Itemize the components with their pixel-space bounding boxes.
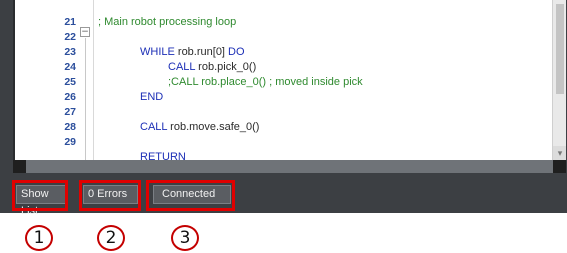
code-editor[interactable]: − 21 ; Main robot processing loop 22 23 WHIL… bbox=[13, 0, 566, 160]
code-line[interactable]: 25 ;CALL rob.place_0() ; moved inside pic… bbox=[64, 75, 552, 90]
code-line[interactable]: 29 bbox=[64, 135, 552, 150]
code-token: ; Main robot processing loop bbox=[98, 16, 237, 28]
code-text: CALL rob.move.safe_0() bbox=[140, 120, 259, 135]
code-text: WHILE rob.run[0] DO bbox=[140, 45, 245, 60]
line-number: 26 bbox=[64, 91, 76, 103]
code-area[interactable]: 21 ; Main robot processing loop 22 23 WHILE … bbox=[64, 0, 552, 160]
callout-3: 3 bbox=[171, 225, 199, 251]
code-line[interactable]: 27 bbox=[64, 105, 552, 120]
highlight-box-show-list bbox=[12, 180, 68, 211]
code-line[interactable]: 23 WHILE rob.run[0] DO bbox=[64, 45, 552, 60]
code-text: CALL rob.pick_0() bbox=[168, 60, 256, 75]
line-number: 21 bbox=[64, 16, 76, 28]
line-number: 24 bbox=[64, 61, 76, 73]
code-token: ;CALL rob.place_0() ; moved inside pick bbox=[168, 76, 363, 88]
code-token: DO bbox=[225, 46, 245, 58]
callout-2: 2 bbox=[97, 225, 125, 251]
code-token: rob.pick_0() bbox=[198, 61, 257, 73]
code-token: END bbox=[140, 91, 164, 103]
line-number: 29 bbox=[64, 136, 76, 148]
vertical-scrollbar[interactable]: ▾ bbox=[552, 0, 566, 160]
code-token: CALL bbox=[168, 61, 199, 73]
highlight-box-connected bbox=[146, 180, 235, 211]
line-number: 23 bbox=[64, 46, 76, 58]
fold-column: − bbox=[80, 0, 92, 160]
horizontal-scrollbar[interactable] bbox=[13, 160, 566, 173]
code-line[interactable]: 26 END bbox=[64, 90, 552, 105]
vertical-scrollbar-thumb[interactable] bbox=[556, 4, 564, 94]
code-line[interactable]: 22 bbox=[64, 30, 552, 45]
code-text: RETURN bbox=[140, 151, 186, 160]
code-token: WHILE bbox=[140, 46, 178, 58]
code-line[interactable]: 28 CALL rob.move.safe_0() bbox=[64, 120, 552, 135]
code-text: ;CALL rob.place_0() ; moved inside pick bbox=[168, 75, 363, 90]
scroll-left-button[interactable] bbox=[13, 160, 26, 173]
scroll-down-icon[interactable]: ▾ bbox=[553, 146, 566, 160]
fold-guide-line bbox=[85, 38, 86, 160]
code-token: rob.move.safe_0() bbox=[170, 121, 260, 133]
code-line[interactable]: 24 CALL rob.pick_0() bbox=[64, 60, 552, 75]
callout-1: 1 bbox=[25, 225, 53, 251]
line-number: 27 bbox=[64, 106, 76, 118]
code-token: rob.run[0] bbox=[177, 46, 225, 58]
scroll-right-button[interactable] bbox=[553, 160, 566, 173]
collapse-icon[interactable]: − bbox=[80, 27, 90, 37]
code-text: END bbox=[140, 90, 163, 105]
highlight-box-errors bbox=[79, 180, 141, 211]
line-number: 25 bbox=[64, 76, 76, 88]
code-text: ; Main robot processing loop bbox=[98, 15, 236, 30]
line-number: 28 bbox=[64, 121, 76, 133]
code-token: CALL bbox=[140, 121, 171, 133]
line-number: 22 bbox=[64, 31, 76, 43]
code-line[interactable]: 21 ; Main robot processing loop bbox=[64, 15, 552, 30]
